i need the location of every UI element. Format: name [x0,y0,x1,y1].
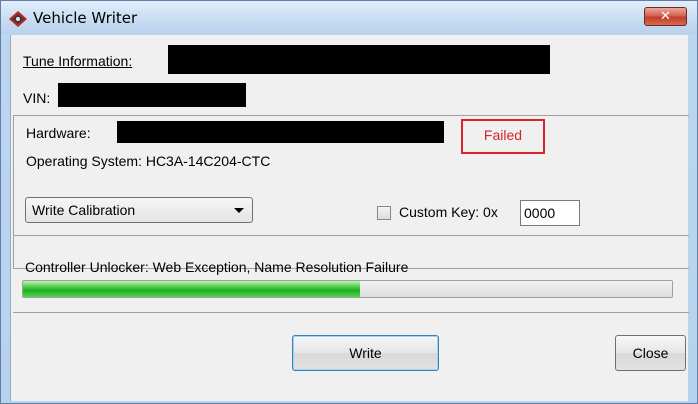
hardware-redacted-value [117,121,444,143]
progress-bar-fill [23,281,361,297]
tune-information-label[interactable]: Tune Information: [23,53,132,69]
tune-information-redacted-value [168,45,550,74]
operation-select-value: Write Calibration [32,202,136,218]
operating-system-text: Operating System: HC3A-14C204-CTC [26,153,271,169]
window-close-button[interactable]: ✕ [644,7,687,26]
vin-label: VIN: [23,90,51,106]
status-group-divider [13,312,689,313]
title-bar[interactable]: Vehicle Writer ✕ [1,1,697,35]
close-button[interactable]: Close [615,335,686,371]
vehicle-writer-app-icon [9,11,27,27]
hardware-status-text: Failed [483,127,523,143]
vin-redacted-value [58,83,246,107]
operation-select[interactable]: Write Calibration [25,197,253,223]
window-title: Vehicle Writer [33,9,138,27]
vehicle-writer-window: Vehicle Writer ✕ Tune Information: VIN: … [0,0,698,404]
dialog-client-area: Tune Information: VIN: Hardware: Failed … [10,35,689,401]
close-icon: ✕ [660,9,671,24]
hardware-status-badge: Failed [461,119,545,154]
progress-bar [22,280,673,298]
chevron-down-icon [234,208,244,213]
hardware-label: Hardware: [26,125,91,141]
custom-key-input[interactable]: 0000 [520,200,580,226]
write-button[interactable]: Write [292,335,439,371]
custom-key-label: Custom Key: 0x [399,204,498,220]
custom-key-checkbox[interactable] [377,206,391,220]
group-divider [13,235,689,236]
status-message: Controller Unlocker: Web Exception, Name… [25,259,409,275]
